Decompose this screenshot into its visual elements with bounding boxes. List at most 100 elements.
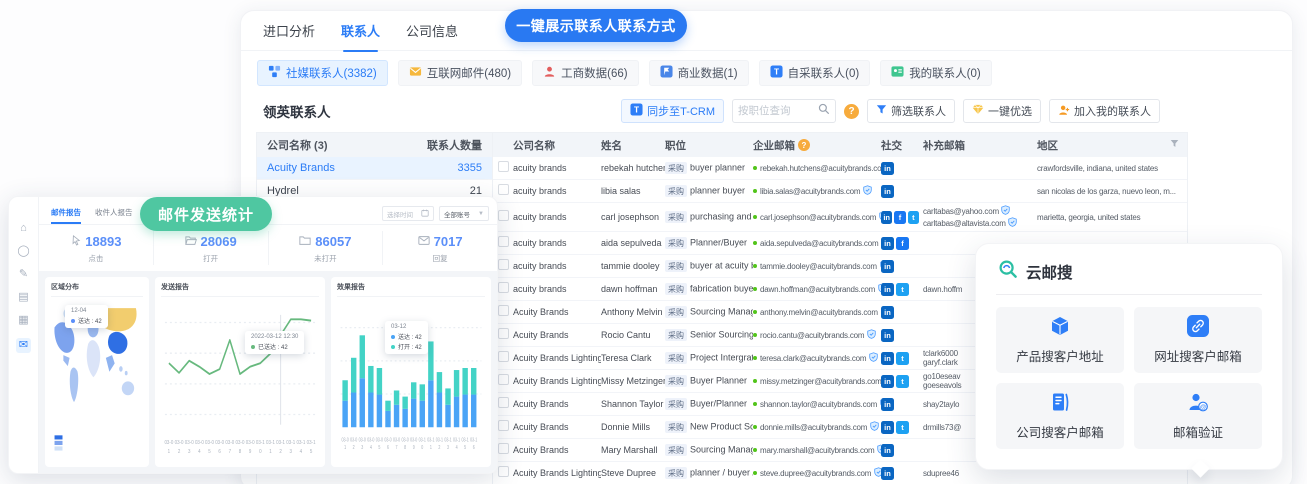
source-chip-2[interactable]: 工商数据(66) [532, 60, 638, 86]
tab-0[interactable]: 进口分析 [263, 21, 315, 40]
facebook-icon[interactable]: f [894, 211, 905, 224]
linkedin-icon[interactable]: in [881, 260, 894, 273]
name-cell: aida sepulveda [601, 238, 665, 248]
role-tag: 采购 [665, 237, 687, 249]
svg-text:03-1: 03-1 [276, 439, 285, 446]
position-search-input[interactable] [738, 105, 818, 117]
twitter-icon[interactable]: t [896, 352, 909, 365]
row-checkbox[interactable] [498, 443, 509, 454]
name-column-header: 姓名 [601, 138, 665, 153]
source-chip-0[interactable]: 社媒联系人(3382) [257, 60, 388, 86]
position-search[interactable] [732, 99, 836, 123]
name-cell: rebekah hutchens [601, 163, 665, 173]
company-cell: Acuity Brands [513, 307, 601, 317]
grid-icon[interactable]: ▦ [18, 315, 28, 326]
linkedin-icon[interactable]: in [881, 329, 894, 342]
twitter-icon[interactable]: t [896, 283, 909, 296]
add-to-my-contacts-button[interactable]: 加入我的联系人 [1049, 99, 1160, 123]
row-checkbox[interactable] [498, 210, 509, 221]
linkedin-icon[interactable]: in [881, 185, 894, 198]
sync-tcrm-label: 同步至T-CRM [647, 103, 715, 119]
name-cell: Missy Metzinger [601, 376, 665, 386]
account-select[interactable]: 全部账号 ▼ [439, 206, 489, 221]
edit-icon[interactable]: ✎ [19, 269, 28, 280]
source-chip-5[interactable]: 我的联系人(0) [880, 60, 992, 86]
row-checkbox[interactable] [498, 466, 509, 477]
list-icon[interactable]: ▤ [18, 292, 28, 303]
source-chip-1[interactable]: 互联网邮件(480) [398, 60, 522, 86]
twitter-icon[interactable]: t [908, 211, 919, 224]
stats-tab-0[interactable]: 邮件报告 [51, 207, 81, 224]
callout-email-send-stats: 邮件发送统计 [140, 197, 272, 231]
role-tag: 采购 [665, 352, 687, 364]
line-tooltip-title: 2022-03-12 12:30 [251, 334, 298, 340]
row-checkbox[interactable] [498, 184, 509, 195]
social-cell: int [881, 352, 923, 365]
row-checkbox[interactable] [498, 305, 509, 316]
row-checkbox[interactable] [498, 397, 509, 408]
sync-tcrm-button[interactable]: T 同步至T-CRM [621, 99, 724, 123]
verified-dot-icon [753, 356, 757, 360]
cloud-feature-2[interactable]: 公司搜客户邮箱 [996, 383, 1124, 449]
history-icon[interactable]: ◯ [17, 246, 29, 257]
linkedin-icon[interactable]: in [881, 306, 894, 319]
row-checkbox[interactable] [498, 420, 509, 431]
row-checkbox[interactable] [498, 236, 509, 247]
mail-icon[interactable]: ✉ [16, 338, 31, 353]
search-icon[interactable] [818, 102, 830, 120]
linkedin-icon[interactable]: in [881, 444, 894, 457]
cloud-feature-3[interactable]: @邮箱验证 [1134, 383, 1262, 449]
linkedin-icon[interactable]: in [881, 398, 894, 411]
twitter-icon[interactable]: t [896, 421, 909, 434]
tab-1[interactable]: 联系人 [341, 21, 380, 40]
linkedin-icon[interactable]: in [881, 211, 892, 224]
linkedin-icon[interactable]: in [881, 283, 894, 296]
title-cell: 采购Sourcing Manager [665, 306, 753, 318]
twitter-icon[interactable]: t [896, 375, 909, 388]
help-icon[interactable]: ? [798, 139, 810, 151]
date-range-input[interactable]: 选择时间 [382, 206, 434, 221]
row-checkbox[interactable] [498, 351, 509, 362]
linkedin-icon[interactable]: in [881, 421, 894, 434]
home-icon[interactable]: ⌂ [20, 223, 27, 234]
cloud-feature-1[interactable]: 网址搜客户邮箱 [1134, 307, 1262, 373]
contact-source-chips: 社媒联系人(3382) 互联网邮件(480) 工商数据(66) 商业数据(1) T自采联… [241, 51, 1292, 94]
facebook-icon[interactable]: f [896, 237, 909, 250]
table-row: acuity brandscarl josephson采购purchasing … [493, 203, 1187, 232]
filter-funnel-icon[interactable] [1170, 139, 1179, 151]
company-row[interactable]: Acuity Brands3355 [257, 157, 492, 180]
verified-dot-icon [753, 264, 757, 268]
linkedin-icon[interactable]: in [881, 162, 894, 175]
linkedin-icon[interactable]: in [881, 352, 894, 365]
row-checkbox[interactable] [498, 374, 509, 385]
extra-email-text: shay2taylo [923, 400, 959, 409]
filter-contacts-button[interactable]: 筛选联系人 [867, 99, 955, 123]
tab-2[interactable]: 公司信息 [406, 21, 458, 40]
cloud-feature-0[interactable]: 产品搜客户地址 [996, 307, 1124, 373]
stats-tab-1[interactable]: 收件人报告 [95, 207, 133, 224]
help-icon[interactable]: ? [844, 104, 859, 119]
one-click-optimize-button[interactable]: 一键优选 [963, 99, 1041, 123]
svg-text:03-0: 03-0 [164, 439, 173, 446]
source-chip-3[interactable]: 商业数据(1) [649, 60, 749, 86]
row-checkbox[interactable] [498, 259, 509, 270]
linkedin-icon[interactable]: in [881, 237, 894, 250]
linkedin-icon[interactable]: in [881, 375, 894, 388]
verified-shield-icon [869, 349, 878, 367]
name-cell: tammie dooley [601, 261, 665, 271]
filter-contacts-label: 筛选联系人 [891, 103, 946, 119]
svg-text:03-0: 03-0 [342, 437, 350, 443]
row-checkbox[interactable] [498, 282, 509, 293]
cloud-mail-search-panel: 云邮搜 产品搜客户地址网址搜客户邮箱公司搜客户邮箱@邮箱验证 [975, 243, 1283, 470]
role-tag: 采购 [665, 329, 687, 341]
stats-content: 邮件报告收件人报告 选择时间 全部账号 ▼ 18893点击28069打开8605… [39, 197, 497, 473]
bar-tooltip-text: 打开 : 42 [398, 342, 422, 351]
extra-email-column-header-label: 补充邮箱 [923, 138, 965, 153]
email-cell: anthony.melvin@acuitybrands.com [753, 303, 881, 321]
row-checkbox[interactable] [498, 328, 509, 339]
source-chip-4[interactable]: T自采联系人(0) [759, 60, 871, 86]
send-report-title: 发送报告 [161, 282, 319, 297]
linkedin-icon[interactable]: in [881, 467, 894, 480]
name-cell: Donnie Mills [601, 422, 665, 432]
row-checkbox[interactable] [498, 161, 509, 172]
